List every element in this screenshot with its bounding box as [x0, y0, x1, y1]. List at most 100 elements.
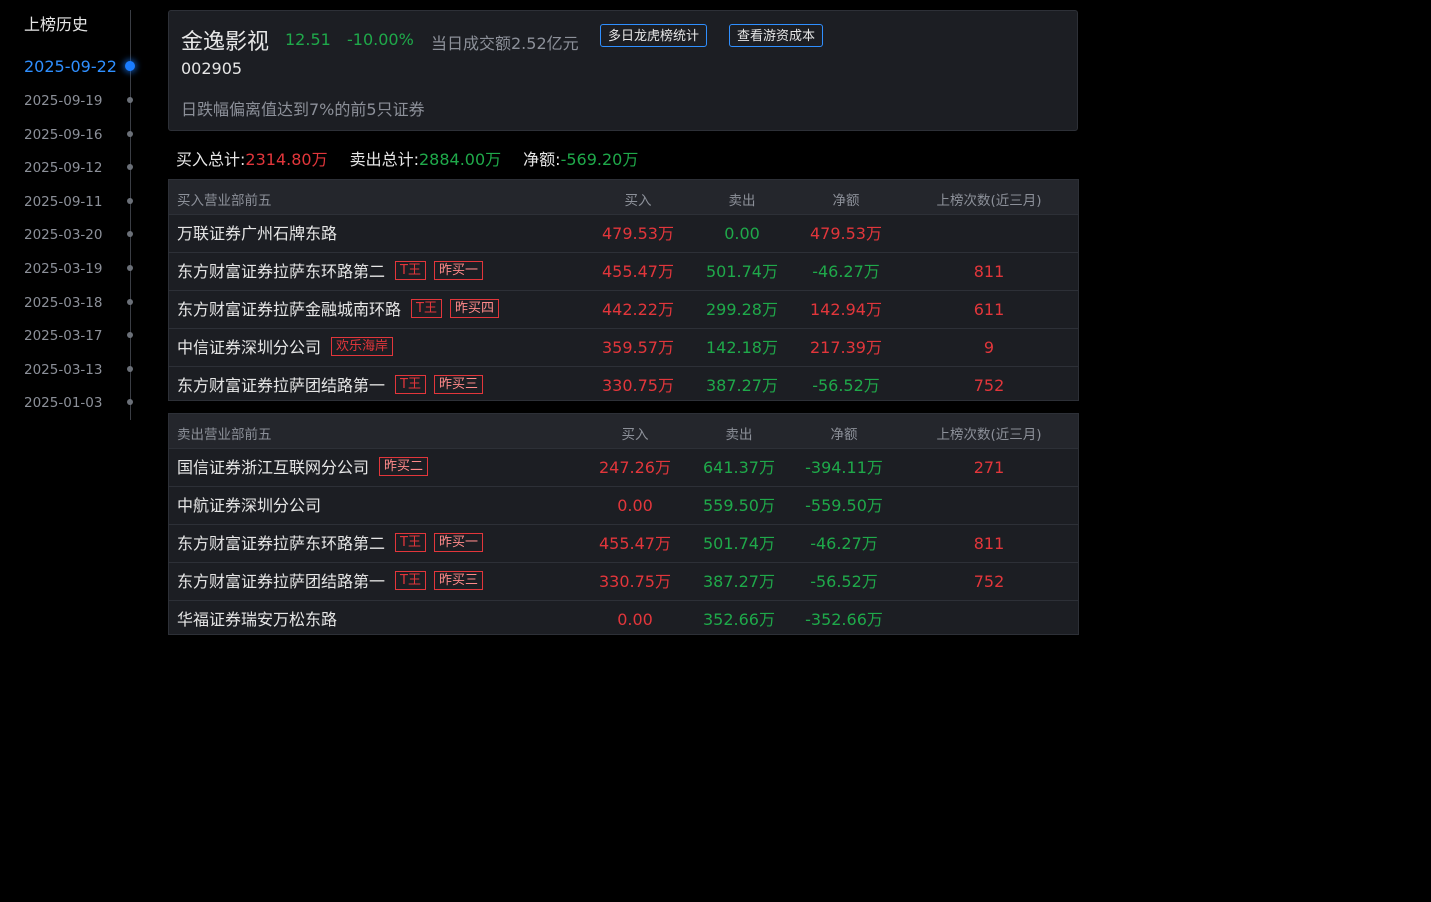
table-row[interactable]: 华福证券瑞安万松东路 0.00 352.66万 -352.66万 — [169, 601, 1078, 638]
broker-name[interactable]: 东方财富证券拉萨团结路第一 — [177, 376, 385, 395]
broker-cell: 中信证券深圳分公司 欢乐海岸 — [177, 329, 394, 366]
sidebar-date-item[interactable]: 2025-01-03 — [24, 392, 144, 412]
timeline-dot-icon — [127, 131, 133, 137]
table-row[interactable]: 中信证券深圳分公司 欢乐海岸 359.57万 142.18万 217.39万 9 — [169, 329, 1078, 367]
table-row[interactable]: 中航证券深圳分公司 0.00 559.50万 -559.50万 — [169, 487, 1078, 525]
broker-tag-badge: T王 — [395, 261, 426, 280]
buy-cell: 330.75万 — [602, 376, 674, 395]
timeline-dot-icon — [125, 61, 135, 71]
table-row[interactable]: 万联证券广州石牌东路 479.53万 0.00 479.53万 — [169, 215, 1078, 253]
net-total-value: -569.20万 — [560, 150, 639, 169]
broker-name[interactable]: 国信证券浙江互联网分公司 — [177, 458, 369, 477]
sidebar-date-item[interactable]: 2025-09-12 — [24, 157, 144, 177]
count-cell: 752 — [973, 376, 1005, 395]
sidebar-date-item[interactable]: 2025-03-19 — [24, 258, 144, 278]
buy-table-header: 买入营业部前五 买入 卖出 净额 上榜次数(近三月) — [169, 180, 1078, 215]
broker-cell: 华福证券瑞安万松东路 — [177, 601, 337, 638]
timeline-dot-icon — [127, 265, 133, 271]
view-cost-button[interactable]: 查看游资成本 — [729, 24, 824, 47]
broker-cell: 东方财富证券拉萨团结路第一 T王 昨买三 — [177, 367, 483, 404]
broker-tag-badge: 昨买一 — [433, 533, 483, 552]
broker-cell: 东方财富证券拉萨东环路第二 T王 昨买一 — [177, 525, 483, 562]
buy-cell: 247.26万 — [599, 458, 671, 477]
broker-name[interactable]: 东方财富证券拉萨东环路第二 — [177, 534, 385, 553]
net-cell: -394.11万 — [805, 458, 883, 477]
count-cell: 752 — [973, 572, 1005, 591]
timeline-dot-icon — [127, 332, 133, 338]
sell-cell: 387.27万 — [706, 376, 778, 395]
broker-name[interactable]: 万联证券广州石牌东路 — [177, 224, 337, 243]
date-label: 2025-09-19 — [24, 93, 103, 109]
sidebar-date-item[interactable]: 2025-09-11 — [24, 191, 144, 211]
multi-day-stats-button[interactable]: 多日龙虎榜统计 — [600, 24, 708, 47]
net-cell: -46.27万 — [812, 262, 880, 281]
broker-name[interactable]: 华福证券瑞安万松东路 — [177, 610, 337, 629]
sell-cell: 501.74万 — [703, 534, 775, 553]
timeline-dot-icon — [127, 97, 133, 103]
date-label: 2025-03-17 — [24, 328, 103, 344]
net-cell: 479.53万 — [810, 224, 882, 243]
stock-name: 金逸影视 — [181, 30, 270, 55]
sidebar-date-item[interactable]: 2025-09-16 — [24, 124, 144, 144]
date-label: 2025-03-13 — [24, 362, 103, 378]
broker-cell: 中航证券深圳分公司 — [177, 487, 321, 524]
net-cell: -352.66万 — [805, 610, 883, 629]
sidebar-date-item[interactable]: 2025-03-17 — [24, 325, 144, 345]
broker-name[interactable]: 东方财富证券拉萨团结路第一 — [177, 572, 385, 591]
sidebar-date-item[interactable]: 2025-09-22 — [24, 57, 144, 77]
broker-name[interactable]: 中信证券深圳分公司 — [177, 338, 321, 357]
broker-tag-badge: 昨买二 — [379, 457, 429, 476]
sell-cell: 501.74万 — [706, 262, 778, 281]
sidebar-date-item[interactable]: 2025-03-18 — [24, 292, 144, 312]
timeline-dot-icon — [127, 299, 133, 305]
sidebar-date-item[interactable]: 2025-03-20 — [24, 224, 144, 244]
broker-tag-badge: 昨买三 — [433, 571, 483, 590]
stock-header-card: 金逸影视 12.51 -10.00% 当日成交额2.52亿元 多日龙虎榜统计 查… — [168, 10, 1078, 131]
buy-cell: 479.53万 — [602, 224, 674, 243]
count-cell: 811 — [973, 534, 1005, 553]
count-cell: 811 — [973, 262, 1005, 281]
net-cell: -56.52万 — [810, 572, 878, 591]
date-label: 2025-09-12 — [24, 160, 103, 176]
broker-name[interactable]: 中航证券深圳分公司 — [177, 496, 321, 515]
timeline-dot-icon — [127, 198, 133, 204]
stock-price: 12.51 — [285, 30, 331, 49]
broker-cell: 东方财富证券拉萨东环路第二 T王 昨买一 — [177, 253, 483, 290]
stock-volume: 当日成交额2.52亿元 — [431, 34, 579, 53]
sell-cell: 387.27万 — [703, 572, 775, 591]
table-row[interactable]: 东方财富证券拉萨金融城南环路 T王 昨买四 442.22万 299.28万 142.94万… — [169, 291, 1078, 329]
sell-broker-table: 卖出营业部前五 买入 卖出 净额 上榜次数(近三月) 国信证券浙江互联网分公司昨… — [168, 413, 1079, 635]
header-buy: 买入 — [624, 193, 652, 209]
sell-cell: 559.50万 — [703, 496, 775, 515]
sidebar-date-item[interactable]: 2025-09-19 — [24, 90, 144, 110]
sell-rows: 国信证券浙江互联网分公司 昨买二 247.26万 641.37万 -394.11万 271… — [169, 449, 1078, 638]
broker-tag-badge: 欢乐海岸 — [331, 337, 394, 356]
broker-cell: 东方财富证券拉萨金融城南环路 T王 昨买四 — [177, 291, 499, 328]
net-cell: -46.27万 — [810, 534, 878, 553]
buy-cell: 330.75万 — [599, 572, 671, 591]
broker-tag-badge: 昨买一 — [433, 261, 483, 280]
broker-cell: 国信证券浙江互联网分公司 昨买二 — [177, 449, 429, 486]
sell-cell: 352.66万 — [703, 610, 775, 629]
broker-tag-badge: T王 — [411, 299, 442, 318]
broker-cell: 东方财富证券拉萨团结路第一 T王 昨买三 — [177, 563, 483, 600]
broker-name[interactable]: 东方财富证券拉萨金融城南环路 — [177, 300, 401, 319]
header-broker: 卖出营业部前五 — [177, 427, 272, 443]
timeline-dot-icon — [127, 231, 133, 237]
broker-tag-badge: 昨买四 — [449, 299, 499, 318]
timeline-dot-icon — [127, 164, 133, 170]
net-cell: 217.39万 — [810, 338, 882, 357]
buy-rows: 万联证券广州石牌东路 479.53万 0.00 479.53万 东方财富证券拉萨东环路第… — [169, 215, 1078, 404]
table-row[interactable]: 东方财富证券拉萨团结路第一 T王 昨买三 330.75万 387.27万 -56.52万 7… — [169, 367, 1078, 404]
date-label: 2025-09-11 — [24, 194, 103, 210]
table-row[interactable]: 东方财富证券拉萨东环路第二 T王 昨买一 455.47万 501.74万 -46.27万 8… — [169, 253, 1078, 291]
table-row[interactable]: 东方财富证券拉萨东环路第二 T王 昨买一 455.47万 501.74万 -46.27万 8… — [169, 525, 1078, 563]
table-row[interactable]: 东方财富证券拉萨团结路第一 T王 昨买三 330.75万 387.27万 -56.52万 7… — [169, 563, 1078, 601]
sidebar-date-item[interactable]: 2025-03-13 — [24, 359, 144, 379]
sell-cell: 299.28万 — [706, 300, 778, 319]
history-sidebar: 上榜历史 2025-09-22 2025-09-19 2025-09-16 2025-… — [0, 0, 150, 420]
broker-cell: 万联证券广州石牌东路 — [177, 215, 337, 252]
header-count: 上榜次数(近三月) — [936, 193, 1042, 209]
broker-name[interactable]: 东方财富证券拉萨东环路第二 — [177, 262, 385, 281]
table-row[interactable]: 国信证券浙江互联网分公司 昨买二 247.26万 641.37万 -394.11万 271 — [169, 449, 1078, 487]
